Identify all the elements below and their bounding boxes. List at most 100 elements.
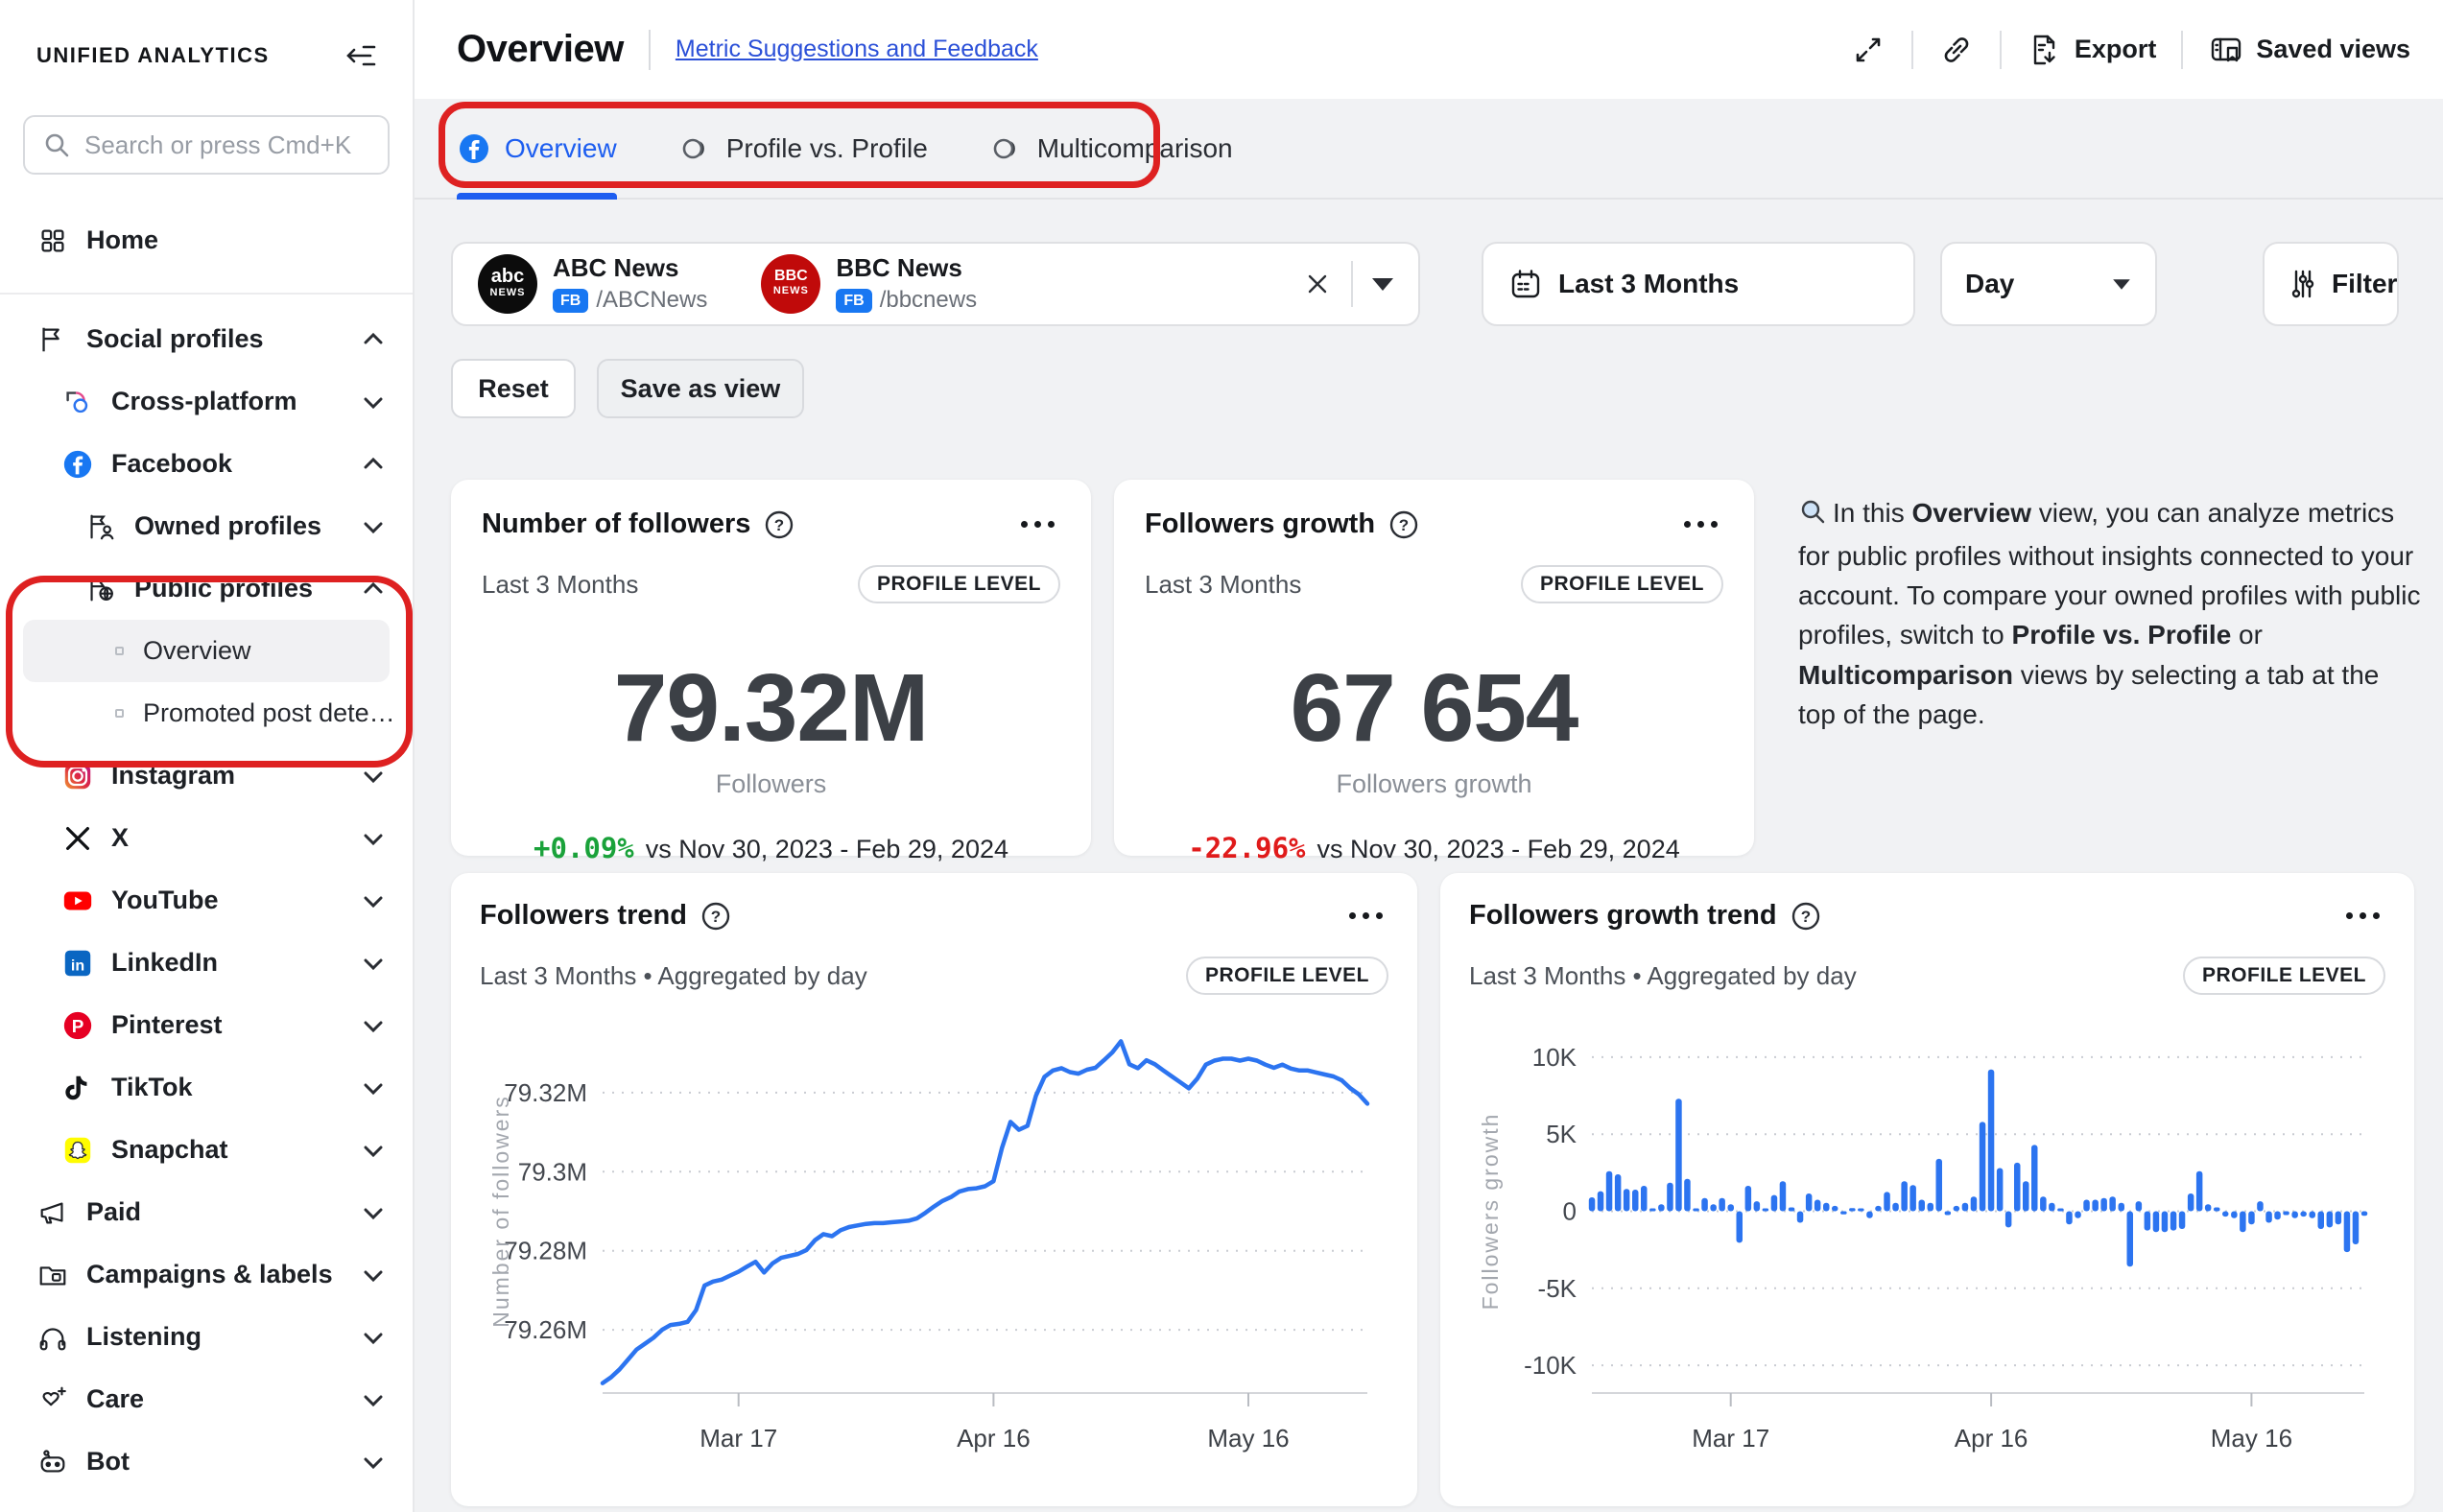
profile-selector[interactable]: abc NEWS ABC News FB /ABCNews BBC NEWS B…	[451, 242, 1420, 326]
growth-value: 67 654	[1145, 653, 1723, 764]
chevron-down-icon[interactable]	[361, 1200, 386, 1225]
filter-button[interactable]: Filter	[2263, 242, 2399, 326]
tab-profile-vs-profile[interactable]: Profile vs. Profile	[678, 99, 928, 198]
bullet-icon	[115, 709, 124, 718]
reset-button[interactable]: Reset	[451, 359, 576, 418]
followers-card: Number of followers ? Last 3 Months PROF…	[451, 480, 1091, 856]
sidebar-item-owned-profiles[interactable]: Owned profiles	[0, 495, 413, 557]
more-options-icon[interactable]	[1343, 907, 1388, 925]
facebook-badge: FB	[553, 289, 588, 313]
sidebar-item-label: Campaigns & labels	[86, 1260, 333, 1289]
svg-text:Mar 17: Mar 17	[1692, 1424, 1769, 1453]
pinterest-icon: P	[61, 1009, 94, 1042]
sidebar-item-label: Facebook	[111, 449, 232, 479]
help-icon[interactable]: ?	[1791, 901, 1821, 932]
svg-text:Mar 17: Mar 17	[700, 1424, 777, 1453]
profile-level-badge: PROFILE LEVEL	[1521, 565, 1723, 603]
tab-multicomparison[interactable]: Multicomparison	[989, 99, 1233, 198]
sidebar-item-pinterest[interactable]: P Pinterest	[0, 994, 413, 1056]
clear-selection-icon[interactable]	[1303, 270, 1332, 298]
chevron-down-icon[interactable]	[361, 1075, 386, 1100]
more-options-icon[interactable]	[2340, 907, 2385, 925]
sidebar-item-facebook[interactable]: Facebook	[0, 433, 413, 495]
sidebar-item-social-profiles[interactable]: Social profiles	[0, 308, 413, 370]
dropdown-caret-icon[interactable]	[1372, 278, 1393, 291]
chevron-up-icon[interactable]	[361, 577, 386, 602]
profile-name: ABC News	[553, 253, 678, 282]
expand-button[interactable]	[1850, 32, 1886, 68]
sidebar-item-snapchat[interactable]: Snapchat	[0, 1119, 413, 1181]
card-period: Last 3 Months • Aggregated by day	[1469, 961, 1857, 991]
snapchat-icon	[61, 1134, 94, 1167]
svg-text:79.32M: 79.32M	[504, 1078, 587, 1107]
svg-text:79.3M: 79.3M	[518, 1157, 587, 1186]
share-link-button[interactable]	[1938, 32, 1975, 68]
sidebar-item-public-profiles[interactable]: Public profiles	[0, 557, 413, 620]
sidebar-item-label: Listening	[86, 1322, 202, 1352]
divider	[649, 30, 651, 70]
saved-views-button[interactable]: Saved views	[2208, 32, 2410, 68]
chevron-down-icon[interactable]	[361, 1387, 386, 1412]
sidebar-item-paid[interactable]: Paid	[0, 1181, 413, 1243]
chevron-down-icon[interactable]	[361, 888, 386, 913]
sidebar-item-home[interactable]: Home	[0, 209, 413, 272]
compare-period: vs Nov 30, 2023 - Feb 29, 2024	[646, 835, 1008, 863]
date-range-picker[interactable]: Last 3 Months	[1482, 242, 1915, 326]
export-label: Export	[2075, 35, 2157, 64]
chevron-down-icon[interactable]	[361, 1138, 386, 1163]
search-box[interactable]	[23, 115, 390, 175]
followers-trend-chart: 79.32M79.3M79.28M79.26MMar 17Apr 16May 1…	[480, 1004, 1388, 1475]
help-icon[interactable]: ?	[764, 509, 795, 540]
save-as-view-button[interactable]: Save as view	[597, 359, 804, 418]
sidebar-item-x[interactable]: X	[0, 807, 413, 869]
delta-value: -22.96%	[1188, 832, 1305, 864]
chevron-down-icon[interactable]	[361, 1325, 386, 1350]
svg-text:?: ?	[711, 908, 721, 926]
chevron-down-icon[interactable]	[361, 1263, 386, 1288]
sidebar-item-promoted-post-detection[interactable]: Promoted post dete…	[0, 682, 413, 744]
chevron-down-icon[interactable]	[361, 1013, 386, 1038]
sidebar-item-listening[interactable]: Listening	[0, 1306, 413, 1368]
chevron-up-icon[interactable]	[361, 327, 386, 352]
chevron-down-icon[interactable]	[361, 764, 386, 789]
sidebar-divider	[0, 293, 413, 295]
sidebar-item-campaigns-labels[interactable]: Campaigns & labels	[0, 1243, 413, 1306]
chevron-down-icon[interactable]	[361, 951, 386, 976]
filter-sliders-icon	[2286, 267, 2320, 301]
bullet-icon	[115, 647, 124, 655]
more-options-icon[interactable]	[1678, 515, 1723, 533]
card-period: Last 3 Months	[482, 570, 638, 600]
chevron-down-icon[interactable]	[361, 826, 386, 851]
saved-views-label: Saved views	[2256, 35, 2410, 64]
granularity-select[interactable]: Day	[1940, 242, 2157, 326]
sidebar-item-youtube[interactable]: YouTube	[0, 869, 413, 932]
chevron-up-icon[interactable]	[361, 452, 386, 477]
more-options-icon[interactable]	[1015, 515, 1060, 533]
card-title: Followers growth trend	[1469, 900, 1777, 932]
sidebar-item-instagram[interactable]: Instagram	[0, 744, 413, 807]
collapse-sidebar-icon[interactable]	[344, 38, 378, 73]
svg-text:Followers growth: Followers growth	[1478, 1113, 1503, 1311]
help-icon[interactable]: ?	[1388, 509, 1419, 540]
sidebar-item-linkedin[interactable]: in LinkedIn	[0, 932, 413, 994]
sidebar-item-care[interactable]: Care	[0, 1368, 413, 1430]
date-range-label: Last 3 Months	[1558, 269, 1739, 299]
sidebar-item-label: Public profiles	[134, 574, 313, 603]
comparison-icon	[989, 131, 1024, 166]
chevron-down-icon[interactable]	[361, 1450, 386, 1475]
chevron-down-icon[interactable]	[361, 390, 386, 414]
sidebar-item-label: Owned profiles	[134, 511, 321, 541]
svg-text:0: 0	[1563, 1197, 1577, 1226]
metric-suggestions-link[interactable]: Metric Suggestions and Feedback	[676, 35, 1038, 63]
tab-overview[interactable]: Overview	[457, 99, 617, 198]
help-icon[interactable]: ?	[700, 901, 731, 932]
search-input[interactable]	[84, 130, 370, 160]
sidebar-item-cross-platform[interactable]: Cross-platform	[0, 370, 413, 433]
sidebar-item-label: Pinterest	[111, 1010, 223, 1040]
svg-text:May 16: May 16	[1207, 1424, 1289, 1453]
sidebar-item-bot[interactable]: Bot	[0, 1430, 413, 1493]
export-button[interactable]: Export	[2027, 32, 2157, 68]
sidebar-item-tiktok[interactable]: TikTok	[0, 1056, 413, 1119]
sidebar-item-overview[interactable]: Overview	[23, 620, 390, 682]
chevron-down-icon[interactable]	[361, 514, 386, 539]
